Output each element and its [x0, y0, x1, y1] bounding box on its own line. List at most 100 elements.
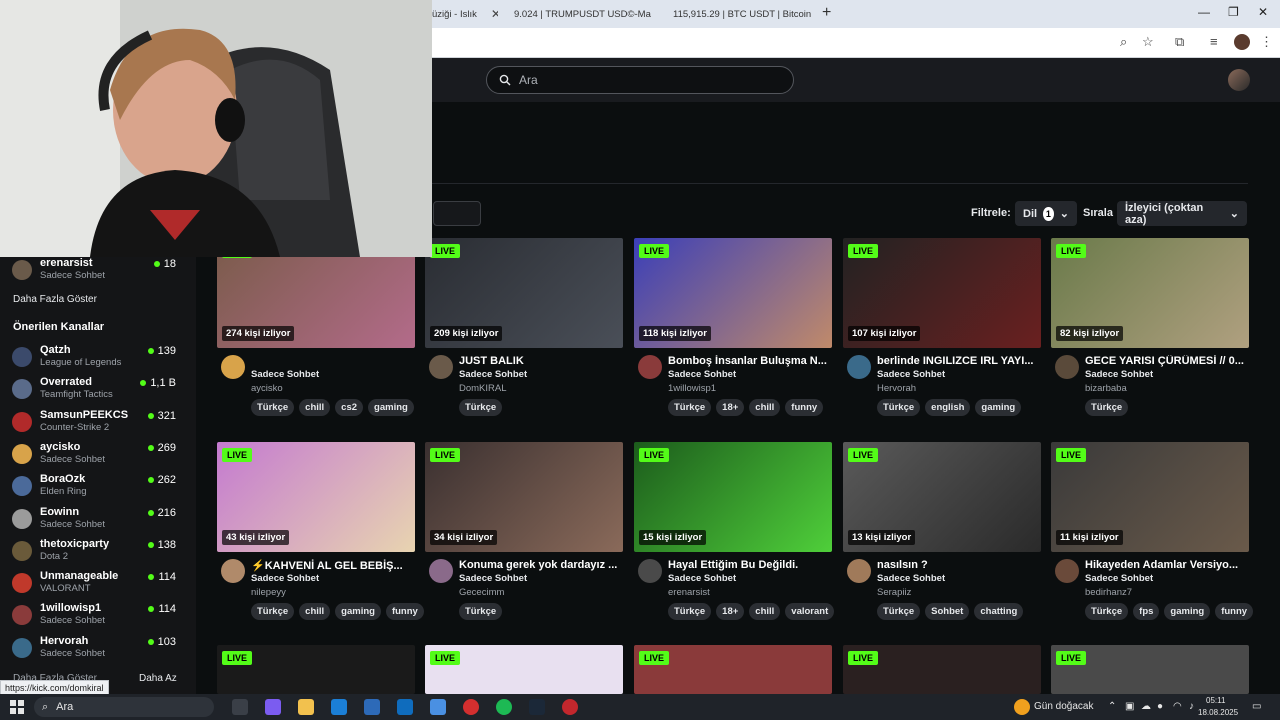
task-view-icon[interactable]: [232, 699, 248, 715]
tag[interactable]: gaming: [335, 603, 381, 620]
avatar[interactable]: [638, 355, 662, 379]
sidebar-item-unmanageable[interactable]: Unmanageable VALORANT 114: [10, 568, 186, 598]
spotify-icon[interactable]: [496, 699, 512, 715]
tag[interactable]: chill: [299, 603, 331, 620]
sidebar-item-qatzh[interactable]: Qatzh League of Legends 139: [10, 342, 186, 372]
opera-icon[interactable]: [463, 699, 479, 715]
tag[interactable]: gaming: [975, 399, 1022, 416]
tag[interactable]: valorant: [785, 603, 835, 620]
store-icon[interactable]: [364, 699, 380, 715]
tag[interactable]: Türkçe: [877, 603, 921, 620]
search-input[interactable]: Ara: [486, 66, 794, 94]
taskbar-search[interactable]: ⌕ Ara: [34, 697, 214, 717]
avatar[interactable]: [847, 355, 871, 379]
tag[interactable]: chill: [749, 603, 781, 620]
browser-tab[interactable]: 9.024 | TRUMPUSDT USD©-Ma ✕: [508, 3, 656, 25]
sort-dropdown[interactable]: İzleyici (çoktan aza) ⌄: [1117, 201, 1247, 226]
tag[interactable]: funny: [785, 399, 824, 416]
tag[interactable]: Türkçe: [459, 399, 503, 416]
sidebar-item-hervorah[interactable]: Hervorah Sadece Sohbet 103: [10, 633, 186, 663]
stream-card[interactable]: LIVE 13 kişi izliyor nasılsın ? Sadece Sohb…: [843, 442, 1041, 632]
stream-title[interactable]: nasılsın ?: [877, 559, 1039, 571]
file-explorer-icon[interactable]: [298, 699, 314, 715]
streamer-name[interactable]: DomKIRAL: [459, 383, 507, 394]
avatar[interactable]: [638, 559, 662, 583]
steam-icon[interactable]: [529, 699, 545, 715]
notification-icon[interactable]: ▭: [1252, 701, 1261, 712]
tag[interactable]: chill: [299, 399, 331, 416]
tag[interactable]: Türkçe: [459, 603, 503, 620]
tag[interactable]: funny: [385, 603, 424, 620]
stream-category[interactable]: Sadece Sohbet: [251, 369, 319, 380]
stream-title[interactable]: JUST BALIK: [459, 355, 621, 367]
tag[interactable]: Türkçe: [1085, 603, 1129, 620]
tag[interactable]: Türkçe: [251, 399, 295, 416]
tag[interactable]: 18+: [716, 603, 745, 620]
stream-card[interactable]: LIVE274 kişi izliyorSadece Sohbetaycisko…: [217, 238, 415, 428]
new-tab-button[interactable]: +: [822, 4, 831, 22]
close-window-icon[interactable]: ✕: [1258, 5, 1268, 19]
tag[interactable]: gaming: [368, 399, 414, 416]
avatar[interactable]: [429, 559, 453, 583]
avatar[interactable]: [1055, 559, 1079, 583]
avatar[interactable]: [1055, 355, 1079, 379]
app-icon[interactable]: [562, 699, 578, 715]
tag[interactable]: Sohbet: [925, 603, 970, 620]
sidebar-item-samsunpeekcs[interactable]: SamsunPEEKCS Counter-Strike 2 321: [10, 407, 186, 437]
streamer-name[interactable]: nilepeyy: [251, 587, 286, 598]
stream-card[interactable]: LIVE 82 kişi izliyor GECE YARISI ÇÜRÜMESİ …: [1051, 238, 1249, 428]
tag[interactable]: 18+: [716, 399, 745, 416]
stream-card[interactable]: LIVE 11 kişi izliyor Hikayeden Adamlar Ver…: [1051, 442, 1254, 632]
zoom-icon[interactable]: ⌕: [1120, 34, 1127, 50]
tag[interactable]: english: [925, 399, 971, 416]
tag[interactable]: Türkçe: [251, 603, 295, 620]
sidebar-item-erenarsist[interactable]: erenarsist Sadece Sohbet 18: [10, 255, 186, 285]
stream-thumbnail[interactable]: LIVE 34 kişi izliyor: [425, 442, 623, 552]
sidebar-item-eowinn[interactable]: Eowinn Sadece Sohbet 216: [10, 504, 186, 534]
stream-title[interactable]: berlinde INGILIZCE IRL YAYI...: [877, 355, 1039, 367]
tag[interactable]: chill: [749, 399, 781, 416]
show-more-button[interactable]: Daha Fazla Göster: [13, 294, 97, 305]
language-filter-button[interactable]: Dil 1 ⌄: [1015, 201, 1077, 226]
close-icon[interactable]: ✕: [491, 7, 498, 21]
tag[interactable]: Türkçe: [1085, 399, 1129, 416]
streamer-name[interactable]: Serapiiz: [877, 587, 911, 598]
chrome-icon[interactable]: [430, 699, 446, 715]
tag[interactable]: Türkçe: [668, 399, 712, 416]
stream-category[interactable]: Sadece Sohbet: [1085, 573, 1153, 584]
sidebar-item-1willowisp1[interactable]: 1willowisp1 Sadece Sohbet 114: [10, 600, 186, 630]
stream-thumbnail[interactable]: LIVE 118 kişi izliyor: [634, 238, 832, 348]
streamer-name[interactable]: Gececimm: [459, 587, 504, 598]
user-avatar[interactable]: [1228, 69, 1250, 91]
stream-card[interactable]: LIVE 118 kişi izliyor Bomboş İnsanlar Bulu…: [634, 238, 832, 428]
streamer-name[interactable]: 1willowisp1: [668, 383, 716, 394]
wifi-icon[interactable]: ◠: [1173, 701, 1182, 712]
tag[interactable]: fps: [1133, 603, 1160, 620]
mic-icon[interactable]: ●: [1157, 701, 1163, 712]
stream-card[interactable]: LIVE 15 kişi izliyor Hayal Ettiğim Bu Deği…: [634, 442, 835, 632]
windows-start-icon[interactable]: [10, 700, 24, 714]
stream-card[interactable]: LIVE 209 kişi izliyor JUST BALIK Sadece Soh…: [425, 238, 623, 428]
sidebar-item-aycisko[interactable]: aycisko Sadece Sohbet 269: [10, 439, 186, 469]
stream-thumbnail[interactable]: LIVE 107 kişi izliyor: [843, 238, 1041, 348]
edge-icon[interactable]: [331, 699, 347, 715]
browser-tab[interactable]: 115,915.29 | BTC USDT | Bitcoin ✕: [667, 3, 815, 25]
stream-thumbnail[interactable]: LIVE 13 kişi izliyor: [843, 442, 1041, 552]
restore-icon[interactable]: ❐: [1228, 5, 1239, 19]
avatar[interactable]: [221, 355, 245, 379]
stream-category[interactable]: Sadece Sohbet: [1085, 369, 1153, 380]
stream-category[interactable]: Sadece Sohbet: [459, 369, 527, 380]
show-less-button[interactable]: Daha Az: [139, 673, 177, 684]
stream-thumbnail[interactable]: LIVE 43 kişi izliyor: [217, 442, 415, 552]
profile-avatar[interactable]: [1234, 34, 1250, 50]
bookmark-star-icon[interactable]: ☆: [1142, 34, 1154, 50]
stream-title[interactable]: ⚡KAHVENİ AL GEL BEBİŞ...: [251, 559, 413, 572]
stream-title[interactable]: Hayal Ettiğim Bu Değildi.: [668, 559, 830, 571]
stream-thumbnail[interactable]: LIVE: [217, 645, 415, 694]
stream-card[interactable]: LIVE 107 kişi izliyor berlinde INGILIZCE I…: [843, 238, 1041, 428]
sidebar-item-boraozk[interactable]: BoraOzk Elden Ring 262: [10, 471, 186, 501]
streamer-name[interactable]: bizarbaba: [1085, 383, 1127, 394]
avatar[interactable]: [429, 355, 453, 379]
copilot-icon[interactable]: [265, 699, 281, 715]
sidebar-item-thetoxicparty[interactable]: thetoxicparty Dota 2 138: [10, 536, 186, 566]
